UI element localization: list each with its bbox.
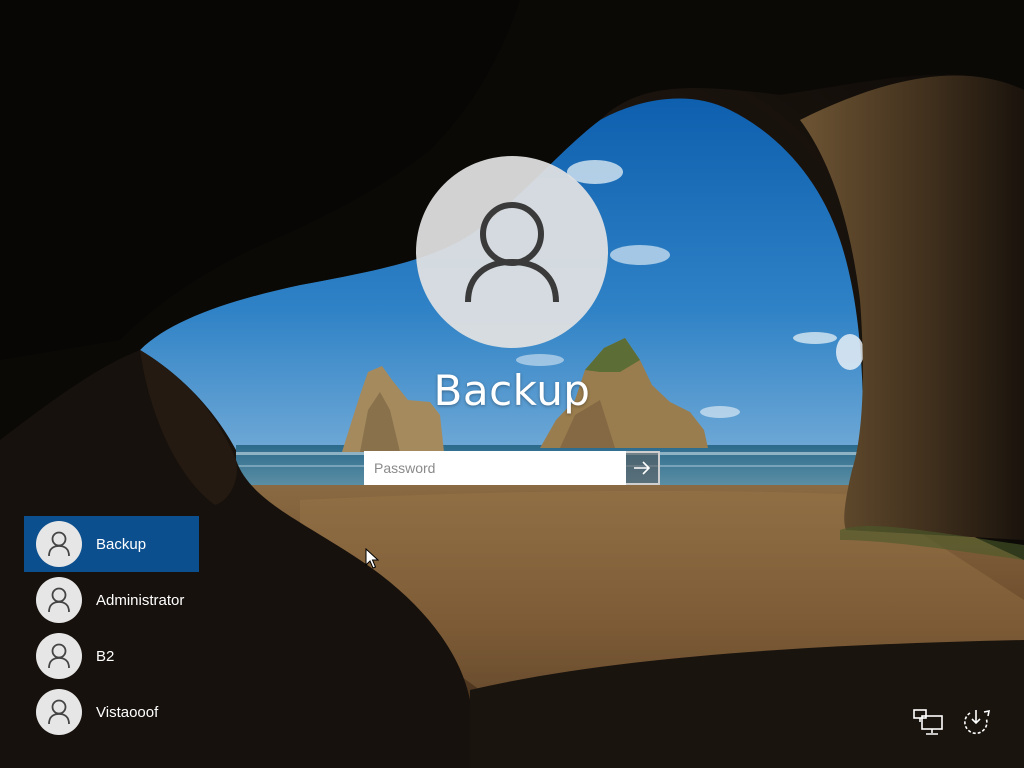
submit-button[interactable] [626, 451, 660, 485]
user-tile-avatar [416, 156, 608, 348]
network-icon [913, 709, 943, 735]
arrow-right-icon [634, 461, 651, 475]
user-silhouette-icon [48, 643, 70, 669]
user-list: Backup Administrator B2 Vistaooof [24, 516, 199, 740]
user-silhouette-icon [48, 587, 70, 613]
password-input[interactable] [364, 451, 626, 485]
avatar [36, 577, 82, 623]
user-list-item-label: Administrator [96, 591, 185, 609]
user-list-item-b2[interactable]: B2 [24, 628, 199, 684]
user-list-item-backup[interactable]: Backup [24, 516, 199, 572]
selected-username: Backup [433, 366, 591, 415]
avatar [36, 633, 82, 679]
power-icon [964, 709, 991, 735]
mouse-cursor-icon [365, 548, 379, 569]
avatar [36, 521, 82, 567]
user-silhouette-icon [48, 699, 70, 725]
network-button[interactable] [910, 704, 946, 740]
user-list-item-label: Vistaooof [96, 703, 159, 721]
password-box [364, 451, 660, 485]
user-list-item-vistaooof[interactable]: Vistaooof [24, 684, 199, 740]
user-silhouette-icon [48, 531, 70, 557]
user-list-item-label: B2 [96, 647, 115, 665]
avatar [36, 689, 82, 735]
user-list-item-administrator[interactable]: Administrator [24, 572, 199, 628]
user-list-item-label: Backup [96, 535, 147, 553]
power-button[interactable] [958, 704, 994, 740]
user-silhouette-icon [465, 202, 559, 303]
